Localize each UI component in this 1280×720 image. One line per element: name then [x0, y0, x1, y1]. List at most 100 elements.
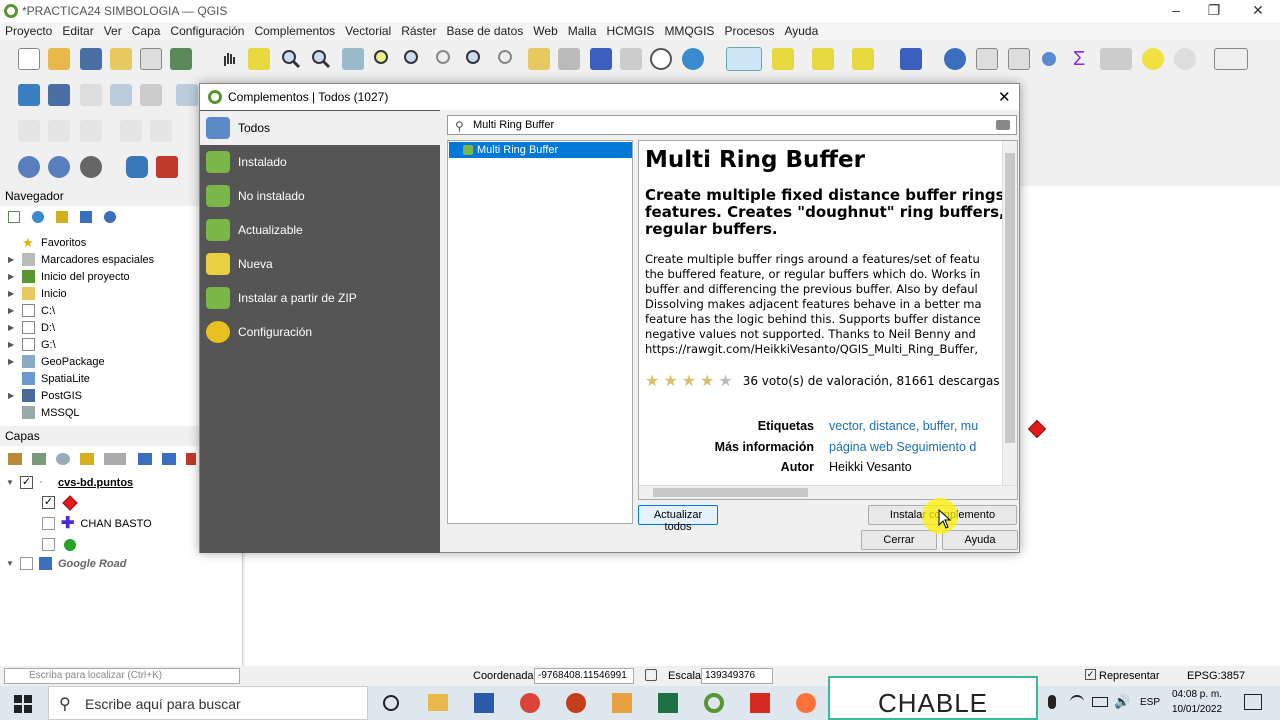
- visibility-icon[interactable]: [56, 453, 70, 465]
- bookmark-icon[interactable]: [590, 48, 612, 70]
- locator-search-input[interactable]: Escriba para localizar (Ctrl+K): [4, 668, 240, 684]
- windows-start-icon[interactable]: [14, 695, 32, 713]
- battery-icon[interactable]: [1092, 697, 1108, 707]
- task-view-icon[interactable]: [383, 695, 399, 711]
- layer-checkbox[interactable]: [20, 557, 33, 570]
- filter-expression-icon[interactable]: [104, 453, 126, 465]
- add-vector-icon[interactable]: [18, 84, 40, 106]
- geocoder-icon[interactable]: [48, 156, 70, 178]
- plugin-red-icon[interactable]: [156, 156, 178, 178]
- edit-pencil-icon[interactable]: [18, 120, 40, 142]
- menu-ayuda[interactable]: Ayuda: [779, 22, 823, 40]
- add-layer-icon[interactable]: [140, 84, 162, 106]
- sidebar-item-todos[interactable]: Todos: [200, 111, 440, 145]
- layout-manager-icon[interactable]: [140, 48, 162, 70]
- attribute-table-icon[interactable]: [976, 48, 998, 70]
- add-wms-icon[interactable]: [176, 84, 198, 106]
- scroll-thumb[interactable]: [1005, 153, 1015, 443]
- digitize-icon[interactable]: [110, 84, 132, 106]
- excel-icon[interactable]: [658, 693, 678, 713]
- scale-field[interactable]: 139349376: [701, 668, 773, 684]
- select-by-value-icon[interactable]: [772, 48, 794, 70]
- select-by-location-icon[interactable]: [852, 48, 874, 70]
- new-map-view-icon[interactable]: [528, 48, 550, 70]
- star-icon[interactable]: ★: [700, 371, 714, 390]
- new-3d-view-icon[interactable]: [558, 48, 580, 70]
- zoom-layer-icon[interactable]: [402, 48, 424, 70]
- sidebar-item-actualizable[interactable]: Actualizable: [200, 213, 440, 247]
- menu-configuracion[interactable]: Configuración: [165, 22, 249, 40]
- legend-checkbox[interactable]: [42, 517, 55, 530]
- update-all-button[interactable]: Actualizar todos: [638, 505, 718, 533]
- dialog-close-icon[interactable]: ✕: [998, 88, 1011, 106]
- globe-plugin-icon[interactable]: [80, 156, 102, 178]
- nav-item-c[interactable]: ▶ C:\: [8, 302, 55, 319]
- file-explorer-icon[interactable]: [428, 694, 448, 711]
- firefox-icon[interactable]: [796, 693, 816, 713]
- add-selected-icon[interactable]: [8, 211, 20, 223]
- crs-label[interactable]: EPSG:3857: [1187, 670, 1245, 682]
- minimize-icon[interactable]: –: [1166, 2, 1186, 20]
- menu-vectorial[interactable]: Vectorial: [340, 22, 396, 40]
- select-features-icon[interactable]: [726, 47, 762, 71]
- help-icon[interactable]: [900, 48, 922, 70]
- nav-item-inicio[interactable]: ▶ Inicio: [8, 285, 67, 302]
- zoom-out-icon[interactable]: [310, 48, 332, 70]
- add-group-icon[interactable]: [32, 453, 46, 465]
- help-button[interactable]: Ayuda: [942, 530, 1018, 550]
- filter-browser-icon[interactable]: [56, 211, 68, 223]
- legend-item-chan-basto[interactable]: ✚ CHAN BASTO: [42, 515, 152, 532]
- collapse-all-icon[interactable]: [80, 211, 92, 223]
- pan-hand-icon[interactable]: [218, 48, 240, 70]
- coord-field[interactable]: -9768408.11546991: [534, 668, 634, 684]
- zoom-in-icon[interactable]: [280, 48, 302, 70]
- pan-to-selection-icon[interactable]: [248, 48, 270, 70]
- nav-item-mssql[interactable]: MSSQL: [8, 404, 80, 421]
- menu-raster[interactable]: Ráster: [396, 22, 441, 40]
- collapse-layers-icon[interactable]: [162, 453, 176, 465]
- new-project-icon[interactable]: [18, 48, 40, 70]
- refresh-icon[interactable]: [682, 48, 704, 70]
- metasearch-icon[interactable]: [18, 156, 40, 178]
- clear-search-icon[interactable]: [996, 120, 1010, 130]
- taskbar-search[interactable]: ⚲ Escribe aquí para buscar: [48, 686, 368, 720]
- nav-item-g[interactable]: ▶ G:\: [8, 336, 56, 353]
- info-links[interactable]: página web Seguimiento d: [829, 440, 976, 454]
- menu-capa[interactable]: Capa: [127, 22, 166, 40]
- star-icon[interactable]: ★: [663, 371, 677, 390]
- save-project-icon[interactable]: [80, 48, 102, 70]
- restore-icon[interactable]: ❐: [1204, 2, 1224, 20]
- nav-item-marcadores[interactable]: ▶ Marcadores espaciales: [8, 251, 154, 268]
- zoom-last-icon[interactable]: [464, 48, 486, 70]
- menu-ver[interactable]: Ver: [99, 22, 127, 40]
- python-console-icon[interactable]: [126, 156, 148, 178]
- toggle-extents-icon[interactable]: [645, 669, 657, 681]
- refresh-browser-icon[interactable]: [32, 211, 44, 223]
- details-vertical-scrollbar[interactable]: [1002, 141, 1017, 486]
- sidebar-item-instalar-zip[interactable]: Instalar a partir de ZIP: [200, 281, 440, 315]
- map-red-marker[interactable]: [1026, 418, 1048, 440]
- properties-icon[interactable]: [104, 211, 116, 223]
- zoom-next-icon[interactable]: [496, 48, 518, 70]
- processing-toolbox-icon[interactable]: [1038, 48, 1060, 70]
- menu-proyecto[interactable]: Proyecto: [0, 22, 57, 40]
- close-button[interactable]: Cerrar: [861, 530, 937, 550]
- menu-editar[interactable]: Editar: [57, 22, 98, 40]
- sidebar-item-instalado[interactable]: Instalado: [200, 145, 440, 179]
- measure-icon[interactable]: [1100, 48, 1132, 70]
- menu-web[interactable]: Web: [528, 22, 562, 40]
- layer-row-cvs[interactable]: ▼ ✓ · cvs-bd.puntos: [6, 474, 133, 491]
- nav-item-favoritos[interactable]: ★ Favoritos: [8, 234, 86, 251]
- wifi-icon[interactable]: [1070, 695, 1084, 709]
- clock-time[interactable]: 04:08 p. m.: [1172, 689, 1222, 700]
- render-checkbox[interactable]: ✓: [1085, 669, 1096, 680]
- word-icon[interactable]: [474, 693, 494, 713]
- zoom-selection-icon[interactable]: [372, 48, 394, 70]
- open-project-icon[interactable]: [48, 48, 70, 70]
- layer-checkbox[interactable]: ✓: [20, 476, 33, 489]
- plugin-list[interactable]: Multi Ring Buffer: [447, 140, 633, 524]
- sidebar-item-nueva[interactable]: Nueva: [200, 247, 440, 281]
- clock-date[interactable]: 10/01/2022: [1172, 704, 1222, 715]
- qgis-taskbar-icon[interactable]: [704, 693, 724, 713]
- vertex-tool-icon[interactable]: [120, 120, 142, 142]
